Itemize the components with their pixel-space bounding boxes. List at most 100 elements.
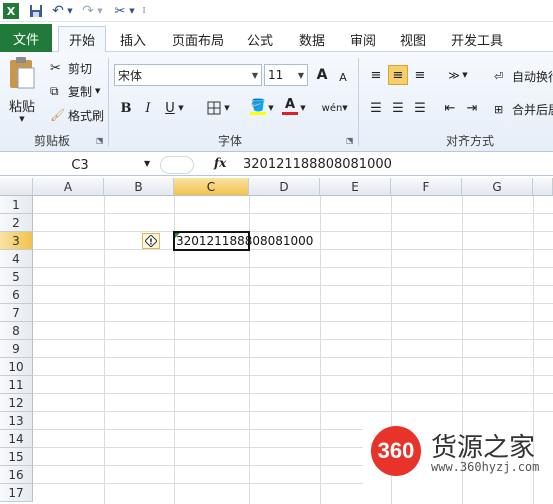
wrap-text-button[interactable]: ⏎ 自动换行 [494,66,553,86]
copy-label: 复制 [68,84,93,99]
paste-dropdown-icon[interactable]: ▼ [19,115,24,123]
gridline [33,303,553,304]
row-header-6[interactable]: 6 [0,286,33,304]
clipboard-launcher-icon[interactable]: ⬔ [96,136,104,145]
cell-c3-value: 320121188808081000 [176,234,314,248]
italic-button[interactable]: I [138,98,158,118]
merge-icon: ⊞ [494,102,504,116]
gridline [33,231,553,232]
tab-insert[interactable]: 插入 [110,26,156,52]
formula-bar: C3 ▼ fx 320121188808081000 [0,154,553,176]
row-header-12[interactable]: 12 [0,394,33,412]
row-header-8[interactable]: 8 [0,322,33,340]
tab-developer[interactable]: 开发工具 [444,26,510,52]
tab-formulas[interactable]: 公式 [240,26,280,52]
row-header-13[interactable]: 13 [0,412,33,430]
fill-color-icon[interactable]: 🪣 [248,96,268,116]
shrink-font-button[interactable]: A [333,67,353,87]
column-header-c[interactable]: C [174,178,249,196]
row-header-7[interactable]: 7 [0,304,33,322]
row-header-9[interactable]: 9 [0,340,33,358]
decrease-indent-icon[interactable]: ⇤ [440,98,460,118]
font-color-icon[interactable]: A [280,96,300,116]
cut-button[interactable]: ✂ 剪切 [50,58,92,78]
font-color-dropdown-icon[interactable]: ▼ [298,98,308,118]
customize-qat-icon[interactable]: ⁞ [139,3,149,19]
gridline [33,249,553,250]
align-top-icon[interactable]: ≡ [366,65,386,85]
tab-home[interactable]: 开始 [58,26,106,52]
borders-dropdown-icon[interactable]: ▼ [222,98,232,118]
font-launcher-icon[interactable]: ⬔ [346,136,354,145]
row-header-10[interactable]: 10 [0,358,33,376]
row-header-5[interactable]: 5 [0,268,33,286]
row-header-1[interactable]: 1 [0,196,33,214]
align-bottom-icon[interactable]: ≡ [410,65,430,85]
column-header-a[interactable]: A [33,178,104,196]
column-header-partial[interactable] [533,178,553,196]
phonetic-guide-icon[interactable]: wén [322,98,343,118]
gridline [33,447,363,448]
row-header-4[interactable]: 4 [0,250,33,268]
redo-dropdown-icon[interactable]: ▼ [96,3,104,19]
tools-icon[interactable]: ✂ [112,3,128,19]
name-box[interactable]: C3 [0,155,160,175]
align-center-icon[interactable]: ☰ [388,98,408,118]
font-size-dropdown[interactable]: 11 ▼ [264,64,308,86]
redo-icon[interactable]: ↷ [80,3,96,19]
fill-color-dropdown-icon[interactable]: ▼ [266,98,276,118]
grow-font-button[interactable]: A [312,65,332,85]
tools-dropdown-icon[interactable]: ▼ [128,3,136,19]
row-header-3[interactable]: 3 [0,232,33,250]
column-header-b[interactable]: B [104,178,174,196]
tab-review[interactable]: 审阅 [343,26,383,52]
chevron-down-icon: ▼ [251,70,258,80]
phonetic-dropdown-icon[interactable]: ▼ [340,98,350,118]
row-header-15[interactable]: 15 [0,448,33,466]
tab-data[interactable]: 数据 [292,26,332,52]
row-header-14[interactable]: 14 [0,430,33,448]
merge-center-label: 合并后居中 [512,102,553,117]
row-header-17[interactable]: 17 [0,484,33,502]
increase-indent-icon[interactable]: ⇥ [462,98,482,118]
select-all-corner[interactable] [0,178,33,196]
bold-button[interactable]: B [116,98,136,118]
column-header-g[interactable]: G [462,178,533,196]
font-name-dropdown[interactable]: 宋体 ▼ [114,64,262,86]
align-left-icon[interactable]: ☰ [366,98,386,118]
alignment-group-label: 对齐方式 [445,134,494,148]
svg-text:!: ! [149,238,153,247]
format-painter-button[interactable]: 🖌 格式刷 [50,105,104,125]
undo-dropdown-icon[interactable]: ▼ [66,3,74,19]
column-header-f[interactable]: F [391,178,462,196]
paste-button[interactable]: 粘贴 ▼ [6,56,38,128]
gridline [33,465,363,466]
column-header-e[interactable]: E [320,178,391,196]
undo-icon[interactable]: ↶ [50,3,66,19]
row-header-11[interactable]: 11 [0,376,33,394]
scissors-icon: ✂ [50,60,61,76]
merge-center-button[interactable]: ⊞ 合并后居中 [494,99,553,119]
formula-input[interactable]: 320121188808081000 [243,157,392,172]
row-header-16[interactable]: 16 [0,466,33,484]
tab-page-layout[interactable]: 页面布局 [165,26,231,52]
borders-icon[interactable] [204,98,224,118]
cut-label: 剪切 [68,61,93,76]
clipboard-group-label: 剪贴板 [33,134,70,148]
align-right-icon[interactable]: ☰ [410,98,430,118]
error-warning-icon[interactable]: ! [142,233,160,249]
orientation-dropdown-icon[interactable]: ▼ [460,65,470,85]
name-box-dropdown-icon[interactable]: ▼ [144,159,150,168]
align-middle-icon[interactable]: ≡ [388,65,408,85]
column-header-d[interactable]: D [249,178,320,196]
copy-button[interactable]: ⧉ 复制 ▼ [50,81,100,101]
save-icon[interactable] [28,3,44,19]
tab-view[interactable]: 视图 [393,26,433,52]
row-header-2[interactable]: 2 [0,214,33,232]
paste-label: 粘贴 [8,100,35,115]
insert-function-button[interactable]: fx [214,156,226,170]
underline-dropdown-icon[interactable]: ▼ [176,98,186,118]
copy-dropdown-icon[interactable]: ▼ [95,87,100,95]
gridline [104,196,105,504]
tab-file[interactable]: 文件 [0,24,52,52]
